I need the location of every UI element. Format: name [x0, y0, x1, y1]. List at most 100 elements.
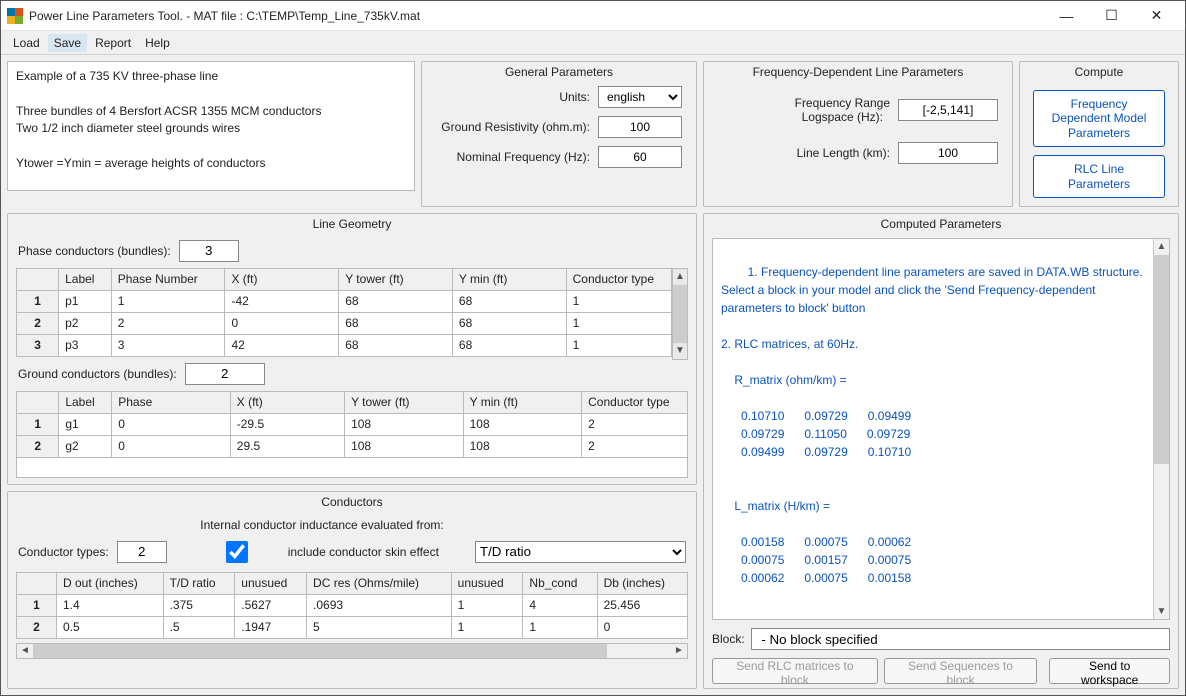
- phase-count-input[interactable]: [179, 240, 239, 262]
- rlc-params-button[interactable]: RLC Line Parameters: [1033, 155, 1165, 198]
- cell[interactable]: 25.456: [597, 594, 687, 616]
- table-row[interactable]: 3p334268681: [17, 334, 672, 356]
- cell[interactable]: 3: [111, 334, 225, 356]
- column-header[interactable]: Y min (ft): [452, 268, 566, 290]
- freq-model-button[interactable]: Frequency Dependent Model Parameters: [1033, 90, 1165, 147]
- cell[interactable]: 0: [112, 435, 231, 457]
- cell[interactable]: 5: [307, 616, 452, 638]
- menu-save[interactable]: Save: [48, 34, 87, 52]
- scroll-left-icon[interactable]: ◄: [17, 645, 33, 656]
- table-row[interactable]: 2g2029.51081082: [17, 435, 688, 457]
- conductor-types-input[interactable]: [117, 541, 167, 563]
- column-header[interactable]: [17, 572, 57, 594]
- column-header[interactable]: D out (inches): [57, 572, 164, 594]
- cell[interactable]: 0: [112, 413, 231, 435]
- cell[interactable]: 1.4: [57, 594, 164, 616]
- cell[interactable]: 1: [451, 594, 523, 616]
- cell[interactable]: 68: [339, 312, 453, 334]
- minimize-button[interactable]: —: [1044, 2, 1089, 30]
- cell[interactable]: .5: [163, 616, 235, 638]
- table-row[interactable]: 11.4.375.5627.06931425.456: [17, 594, 688, 616]
- cell[interactable]: 3: [17, 334, 59, 356]
- nominal-frequency-input[interactable]: [598, 146, 682, 168]
- column-header[interactable]: Label: [59, 268, 112, 290]
- units-select[interactable]: english: [598, 86, 682, 108]
- freq-range-input[interactable]: [898, 99, 998, 121]
- cell[interactable]: 2: [582, 435, 688, 457]
- cell[interactable]: p3: [59, 334, 112, 356]
- scroll-up-icon[interactable]: ▲: [673, 269, 687, 285]
- column-header[interactable]: [17, 391, 59, 413]
- ground-table[interactable]: LabelPhaseX (ft)Y tower (ft)Y min (ft)Co…: [16, 391, 688, 458]
- cell[interactable]: 68: [452, 290, 566, 312]
- cell[interactable]: 4: [523, 594, 597, 616]
- column-header[interactable]: T/D ratio: [163, 572, 235, 594]
- hscroll-thumb[interactable]: [33, 644, 607, 658]
- cell[interactable]: 68: [339, 290, 453, 312]
- column-header[interactable]: Y tower (ft): [339, 268, 453, 290]
- column-header[interactable]: Label: [59, 391, 112, 413]
- skin-effect-checkbox[interactable]: [197, 541, 277, 563]
- cell[interactable]: -42: [225, 290, 339, 312]
- cell[interactable]: 1: [566, 290, 671, 312]
- description-box[interactable]: Example of a 735 KV three-phase line Thr…: [7, 61, 415, 191]
- cell[interactable]: p1: [59, 290, 112, 312]
- column-header[interactable]: unusued: [235, 572, 307, 594]
- cell[interactable]: -29.5: [230, 413, 344, 435]
- cell[interactable]: 0.5: [57, 616, 164, 638]
- scroll-right-icon[interactable]: ►: [671, 645, 687, 656]
- cell[interactable]: 1: [111, 290, 225, 312]
- cell[interactable]: 2: [111, 312, 225, 334]
- cell[interactable]: 2: [17, 435, 59, 457]
- ground-count-input[interactable]: [185, 363, 265, 385]
- column-header[interactable]: X (ft): [230, 391, 344, 413]
- cell[interactable]: 2: [17, 616, 57, 638]
- block-input[interactable]: [751, 628, 1170, 650]
- column-header[interactable]: unusued: [451, 572, 523, 594]
- cell[interactable]: 68: [452, 334, 566, 356]
- column-header[interactable]: Db (inches): [597, 572, 687, 594]
- cell[interactable]: 68: [452, 312, 566, 334]
- cell[interactable]: 108: [463, 413, 582, 435]
- cell[interactable]: 0: [225, 312, 339, 334]
- column-header[interactable]: X (ft): [225, 268, 339, 290]
- cell[interactable]: 1: [17, 290, 59, 312]
- output-scrollbar[interactable]: ▲ ▼: [1153, 239, 1169, 619]
- scroll-thumb[interactable]: [673, 285, 687, 343]
- cell[interactable]: 108: [463, 435, 582, 457]
- scroll-up-icon[interactable]: ▲: [1154, 239, 1169, 255]
- menu-report[interactable]: Report: [89, 34, 137, 52]
- output-text[interactable]: 1. Frequency-dependent line parameters a…: [712, 238, 1170, 620]
- cell[interactable]: 1: [451, 616, 523, 638]
- cell[interactable]: .0693: [307, 594, 452, 616]
- cell[interactable]: 1: [566, 334, 671, 356]
- cell[interactable]: 2: [17, 312, 59, 334]
- conductors-table[interactable]: D out (inches)T/D ratiounusuedDC res (Oh…: [16, 572, 688, 639]
- cell[interactable]: g1: [59, 413, 112, 435]
- table-row[interactable]: 1g10-29.51081082: [17, 413, 688, 435]
- cell[interactable]: 1: [566, 312, 671, 334]
- column-header[interactable]: DC res (Ohms/mile): [307, 572, 452, 594]
- cell[interactable]: .375: [163, 594, 235, 616]
- line-length-input[interactable]: [898, 142, 998, 164]
- column-header[interactable]: Conductor type: [582, 391, 688, 413]
- table-row[interactable]: 20.5.5.19475110: [17, 616, 688, 638]
- cell[interactable]: 29.5: [230, 435, 344, 457]
- scroll-down-icon[interactable]: ▼: [1154, 603, 1169, 619]
- send-workspace-button[interactable]: Send to workspace: [1049, 658, 1170, 684]
- cell[interactable]: 1: [17, 413, 59, 435]
- maximize-button[interactable]: ☐: [1089, 2, 1134, 30]
- cell[interactable]: .1947: [235, 616, 307, 638]
- cell[interactable]: p2: [59, 312, 112, 334]
- column-header[interactable]: Y tower (ft): [345, 391, 464, 413]
- phase-scrollbar[interactable]: ▲ ▼: [672, 268, 688, 360]
- close-button[interactable]: ✕: [1134, 2, 1179, 30]
- cell[interactable]: 108: [345, 413, 464, 435]
- ground-resistivity-input[interactable]: [598, 116, 682, 138]
- send-rlc-button[interactable]: Send RLC matrices to block: [712, 658, 878, 684]
- phase-table[interactable]: LabelPhase NumberX (ft)Y tower (ft)Y min…: [16, 268, 672, 357]
- column-header[interactable]: Conductor type: [566, 268, 671, 290]
- cell[interactable]: 42: [225, 334, 339, 356]
- cell[interactable]: 1: [523, 616, 597, 638]
- table-row[interactable]: 1p11-4268681: [17, 290, 672, 312]
